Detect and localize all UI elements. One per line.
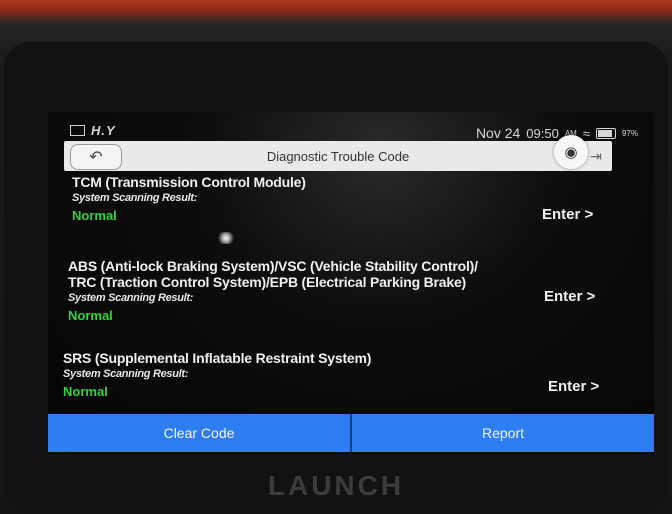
battery-icon xyxy=(595,127,616,139)
exit-button[interactable]: ⇥ xyxy=(586,146,606,166)
system-name: TCM (Transmission Control Module) xyxy=(72,174,306,190)
page-title: Diagnostic Trouble Code xyxy=(266,149,410,164)
battery-level: 97% xyxy=(621,128,638,138)
enter-button[interactable]: Enter > xyxy=(544,288,595,305)
exit-icon: ⇥ xyxy=(590,147,602,164)
screenshot-button[interactable]: ◉ xyxy=(554,135,588,169)
system-item-srs[interactable]: SRS (Supplemental Inflatable Restraint S… xyxy=(63,350,654,399)
status-left-text: H.Y xyxy=(91,123,116,138)
clear-code-button[interactable]: Clear Code xyxy=(48,414,350,452)
system-item-abs[interactable]: ABS (Anti-lock Braking System)/VSC (Vehi… xyxy=(68,258,654,323)
scan-result-label: System Scanning Result: xyxy=(72,192,198,204)
brand-logo: LAUNCH xyxy=(267,470,405,501)
title-bar: ↶ Diagnostic Trouble Code ◉ ⇥ xyxy=(64,135,612,171)
enter-button[interactable]: Enter > xyxy=(542,206,593,223)
status-date: Nov 24 xyxy=(475,125,521,141)
system-name: SRS (Supplemental Inflatable Restraint S… xyxy=(63,350,372,366)
footer-buttons: Clear Code Report xyxy=(48,414,654,452)
notification-icon xyxy=(70,125,85,136)
wifi-icon: ≈ xyxy=(582,125,590,141)
screen-glare xyxy=(218,232,234,244)
scan-status: Normal xyxy=(68,308,113,323)
report-button[interactable]: Report xyxy=(350,414,654,452)
device-screen: H.Y Nov 24 09:50 AM ≈ 97% ↶ Diagnostic T… xyxy=(48,112,654,454)
status-left: H.Y xyxy=(70,123,116,138)
system-item-tcm[interactable]: TCM (Transmission Control Module) System… xyxy=(72,174,654,223)
status-right: Nov 24 09:50 AM ≈ 97% xyxy=(476,125,638,141)
status-time: 09:50 xyxy=(526,125,559,141)
camera-icon: ◉ xyxy=(564,144,578,161)
system-name-line1: ABS (Anti-lock Braking System)/VSC (Vehi… xyxy=(68,258,478,274)
enter-button[interactable]: Enter > xyxy=(548,378,599,395)
